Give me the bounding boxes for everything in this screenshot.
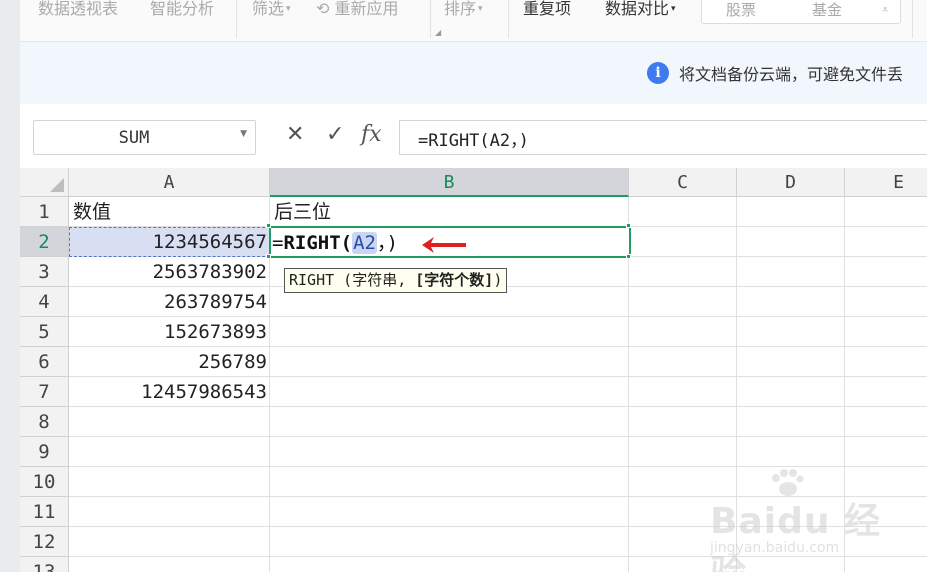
banner-message[interactable]: 将文档备份云端，可避免文件丢 xyxy=(679,61,903,85)
cell-a4[interactable]: 263789754 xyxy=(69,287,269,317)
funds-option[interactable]: 基金 xyxy=(812,0,842,20)
name-box-value: SUM xyxy=(118,128,150,148)
row-header-6[interactable]: 6 xyxy=(20,347,69,377)
tooltip-signature-start: (字符串, xyxy=(334,271,416,289)
watermark-brand: Baidu 经验 xyxy=(710,501,882,572)
row-header-10[interactable]: 10 xyxy=(20,467,69,497)
ribbon-separator xyxy=(912,0,913,38)
ribbon-separator xyxy=(430,0,431,38)
reapply-button[interactable]: ⟲ 重新应用 xyxy=(316,0,399,19)
select-all-icon xyxy=(50,178,64,192)
cell-a3[interactable]: 2563783902 xyxy=(69,257,269,287)
watermark-site: jingyan.baidu.com xyxy=(710,540,840,556)
gridline xyxy=(69,466,927,467)
row-header-7[interactable]: 7 xyxy=(20,377,69,407)
insert-function-icon[interactable]: fx xyxy=(361,122,382,147)
column-header-b[interactable]: B xyxy=(270,168,629,197)
cell-b1[interactable]: 后三位 xyxy=(270,197,628,227)
chevron-down-icon: ▾ xyxy=(478,4,483,14)
close-icon[interactable]: ✕ xyxy=(286,122,304,147)
data-type-selector[interactable]: 股票 基金 ⩡ xyxy=(701,0,901,24)
reapply-icon: ⟲ xyxy=(316,0,330,18)
spreadsheet-grid[interactable]: A B C D E 1 2 3 4 5 6 7 8 9 10 11 12 13 xyxy=(20,168,927,572)
gridline xyxy=(69,526,927,527)
dialog-launcher-icon[interactable]: ◢ xyxy=(435,28,441,37)
data-compare-button[interactable]: 数据对比 ▾ xyxy=(605,0,676,19)
info-icon: i xyxy=(647,62,669,84)
row-header-13[interactable]: 13 xyxy=(20,557,69,572)
paw-logo-icon xyxy=(772,469,804,496)
name-box[interactable]: SUM ▼ xyxy=(33,120,256,155)
tooltip-function[interactable]: RIGHT xyxy=(289,271,334,289)
ribbon-separator xyxy=(236,0,237,38)
fill-handle[interactable] xyxy=(626,254,631,259)
reference-highlight xyxy=(69,227,270,257)
row-header-11[interactable]: 11 xyxy=(20,497,69,527)
row-header-3[interactable]: 3 xyxy=(20,257,69,287)
pivot-table-button[interactable]: 数据透视表 xyxy=(38,0,118,19)
cell-a5[interactable]: 152673893 xyxy=(69,317,269,347)
sort-label: 排序 xyxy=(444,0,477,18)
edit-open-paren: ( xyxy=(340,232,353,254)
row-header-8[interactable]: 8 xyxy=(20,407,69,437)
row-header-9[interactable]: 9 xyxy=(20,437,69,467)
row-header-5[interactable]: 5 xyxy=(20,317,69,347)
cell-edit-text[interactable]: =RIGHT(A2，) xyxy=(272,230,398,256)
gridline xyxy=(69,436,927,437)
selection-handle[interactable] xyxy=(266,223,271,228)
left-window-edge xyxy=(0,0,20,572)
ribbon-toolbar: 数据透视表 智能分析 筛选 ▾ ⟲ 重新应用 ◢ 排序 ▾ 重复项 数据对比 ▾ 股票… xyxy=(20,0,927,42)
duplicates-button[interactable]: 重复项 xyxy=(523,0,571,19)
formula-input[interactable]: =RIGHT(A2，) xyxy=(399,120,927,155)
chevron-down-icon: ▾ xyxy=(286,4,291,14)
row-header-4[interactable]: 4 xyxy=(20,287,69,317)
gridline xyxy=(736,197,737,572)
cell-a6[interactable]: 256789 xyxy=(69,347,269,377)
ribbon-separator xyxy=(508,0,509,38)
chevron-down-icon[interactable]: ▼ xyxy=(240,129,247,139)
filter-button[interactable]: 筛选 ▾ xyxy=(252,0,291,19)
cell-a7[interactable]: 12457986543 xyxy=(69,377,269,407)
row-header-2[interactable]: 2 xyxy=(20,227,69,257)
cloud-backup-banner: i 将文档备份云端，可避免文件丢 xyxy=(20,42,927,104)
formula-bar: SUM ▼ ✕ ✓ fx =RIGHT(A2，) xyxy=(20,104,927,168)
reapply-label: 重新应用 xyxy=(334,0,399,18)
chevron-down-icon: ▾ xyxy=(671,4,676,14)
watermark: Baidu 经验 jingyan.baidu.com xyxy=(710,468,910,572)
stocks-option[interactable]: 股票 xyxy=(726,0,756,20)
column-header-a[interactable]: A xyxy=(69,168,270,197)
edit-reference-arg: A2 xyxy=(352,232,377,254)
selection-handle[interactable] xyxy=(266,254,271,259)
filter-label: 筛选 xyxy=(252,0,285,18)
gridline xyxy=(69,496,927,497)
formula-text: =RIGHT(A2，) xyxy=(418,131,529,151)
edit-rest: ，) xyxy=(377,232,398,254)
pointer-arrow-icon xyxy=(422,237,466,253)
cell-a1[interactable]: 数值 xyxy=(69,197,269,227)
tooltip-current-argument: [字符个数] xyxy=(415,271,494,289)
spreadsheet-window: 数据透视表 智能分析 筛选 ▾ ⟲ 重新应用 ◢ 排序 ▾ 重复项 数据对比 ▾ 股票… xyxy=(0,0,927,572)
edit-prefix: = xyxy=(272,232,284,254)
column-header-e[interactable]: E xyxy=(845,168,927,197)
data-compare-label: 数据对比 xyxy=(605,0,670,18)
gridline xyxy=(69,556,927,557)
gridline xyxy=(844,197,845,572)
row-header-12[interactable]: 12 xyxy=(20,527,69,557)
function-signature-tooltip: RIGHT (字符串, [字符个数]) xyxy=(284,268,508,293)
edit-function-name: RIGHT xyxy=(283,232,341,254)
smart-analysis-button[interactable]: 智能分析 xyxy=(150,0,214,19)
column-header-d[interactable]: D xyxy=(737,168,845,197)
tooltip-signature-end: ) xyxy=(493,271,503,289)
sort-button[interactable]: 排序 ▾ xyxy=(444,0,483,19)
column-header-c[interactable]: C xyxy=(629,168,737,197)
check-icon[interactable]: ✓ xyxy=(326,122,344,147)
select-all-button[interactable] xyxy=(20,168,69,197)
scroll-down-icon[interactable]: ⩡ xyxy=(882,3,888,17)
row-header-1[interactable]: 1 xyxy=(20,197,69,227)
selection-handle[interactable] xyxy=(626,223,631,228)
